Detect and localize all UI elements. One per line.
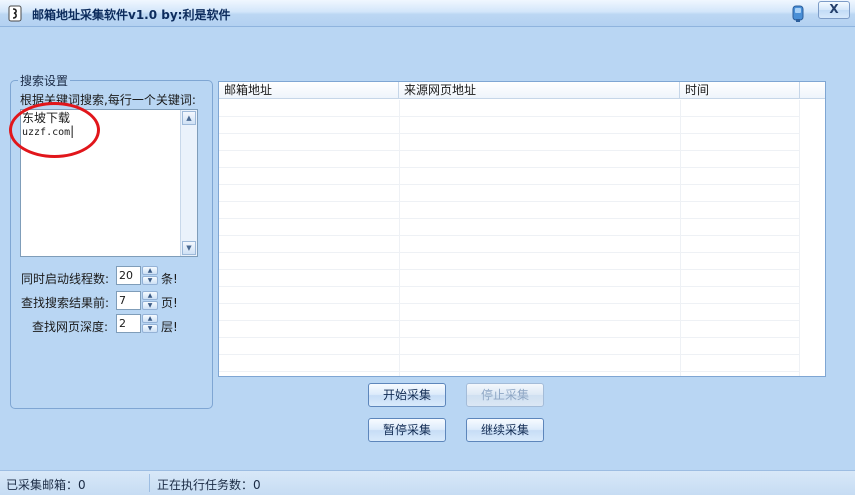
running-tasks: 正在执行任务数：0 bbox=[157, 478, 261, 492]
threads-stepper[interactable]: 20 ▲ ▼ bbox=[116, 266, 159, 285]
pin-icon[interactable] bbox=[789, 4, 807, 23]
keywords-textarea[interactable]: 东坡下载 uzzf.com| ▲ ▼ bbox=[20, 109, 198, 257]
keyword-line-2: uzzf.com bbox=[22, 127, 71, 138]
title-bar[interactable]: 邮箱地址采集软件v1.0 by:利是软件 X bbox=[0, 0, 855, 27]
threads-up-icon[interactable]: ▲ bbox=[142, 266, 158, 275]
depth-label: 查找网页深度: bbox=[32, 320, 109, 334]
column-header-email[interactable]: 邮箱地址 bbox=[219, 82, 399, 99]
keywords-text[interactable]: 东坡下载 uzzf.com| bbox=[22, 112, 180, 139]
column-divider bbox=[799, 100, 800, 376]
start-button[interactable]: 开始采集 bbox=[368, 383, 446, 407]
threads-down-icon[interactable]: ▼ bbox=[142, 276, 158, 285]
pause-button[interactable]: 暂停采集 bbox=[368, 418, 446, 442]
results-up-icon[interactable]: ▲ bbox=[142, 291, 158, 300]
results-stepper[interactable]: 7 ▲ ▼ bbox=[116, 291, 159, 310]
depth-stepper[interactable]: 2 ▲ ▼ bbox=[116, 314, 159, 333]
main-window: 邮箱地址采集软件v1.0 by:利是软件 X 搜索设置 根据关键词搜索,每行一个… bbox=[0, 0, 855, 495]
threads-input[interactable]: 20 bbox=[116, 266, 141, 285]
keyword-line-1: 东坡下载 bbox=[22, 111, 71, 125]
depth-up-icon[interactable]: ▲ bbox=[142, 314, 158, 323]
results-table[interactable]: 邮箱地址 来源网页地址 时间 bbox=[218, 81, 826, 377]
status-divider bbox=[149, 474, 150, 492]
collected-count: 已采集邮箱：0 bbox=[6, 478, 86, 492]
threads-unit: 条! bbox=[161, 272, 178, 286]
window-title: 邮箱地址采集软件v1.0 by:利是软件 bbox=[32, 8, 231, 22]
close-button[interactable]: X bbox=[818, 1, 850, 19]
results-label: 查找搜索结果前: bbox=[21, 296, 110, 310]
status-bar: 已采集邮箱：0 正在执行任务数：0 bbox=[0, 470, 855, 495]
column-divider bbox=[680, 100, 681, 376]
column-header-time[interactable]: 时间 bbox=[680, 82, 800, 99]
scroll-up-icon[interactable]: ▲ bbox=[182, 111, 196, 125]
column-divider bbox=[399, 100, 400, 376]
table-header: 邮箱地址 来源网页地址 时间 bbox=[219, 82, 825, 99]
search-settings-legend: 搜索设置 bbox=[18, 72, 71, 89]
results-unit: 页! bbox=[161, 296, 178, 310]
app-icon bbox=[8, 5, 22, 22]
column-header-source-url[interactable]: 来源网页地址 bbox=[399, 82, 680, 99]
depth-unit: 层! bbox=[161, 320, 178, 334]
keywords-label: 根据关键词搜索,每行一个关键词: bbox=[20, 93, 196, 107]
stop-button[interactable]: 停止采集 bbox=[466, 383, 544, 407]
threads-label: 同时启动线程数: bbox=[21, 272, 110, 286]
keywords-scrollbar[interactable]: ▲ ▼ bbox=[180, 110, 197, 256]
results-down-icon[interactable]: ▼ bbox=[142, 301, 158, 310]
scroll-down-icon[interactable]: ▼ bbox=[182, 241, 196, 255]
depth-input[interactable]: 2 bbox=[116, 314, 141, 333]
table-body[interactable] bbox=[219, 100, 799, 376]
depth-down-icon[interactable]: ▼ bbox=[142, 324, 158, 333]
resume-button[interactable]: 继续采集 bbox=[466, 418, 544, 442]
results-input[interactable]: 7 bbox=[116, 291, 141, 310]
